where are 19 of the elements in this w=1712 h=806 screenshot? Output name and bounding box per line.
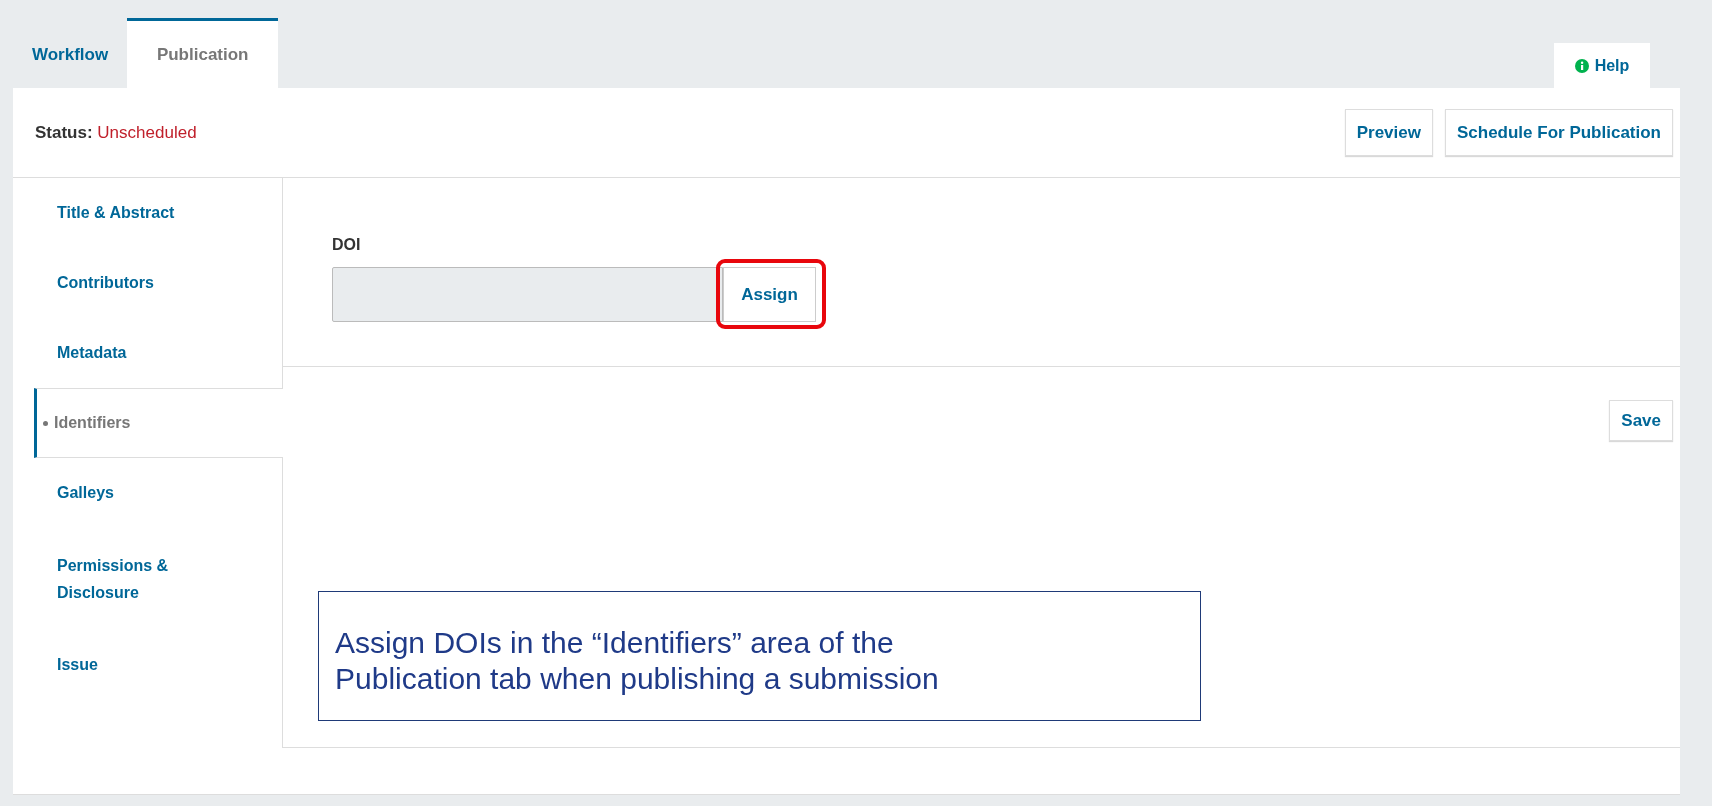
callout-text: Assign DOIs in the “Identifiers” area of the Publication tab when publishing a submission	[318, 591, 1201, 721]
header-button[interactable]: Preview	[1344, 109, 1433, 156]
tab[interactable]: Workflow	[13, 18, 128, 88]
sidebar-item[interactable]: Identifiers	[34, 388, 283, 458]
sidebar-item[interactable]: Contributors	[34, 248, 282, 318]
assign-button[interactable]: Assign	[723, 267, 816, 322]
sidebar-item[interactable]: Issue	[34, 630, 282, 700]
status-text: Status: Unscheduled	[35, 121, 197, 144]
sidebar-item[interactable]: Metadata	[34, 318, 282, 388]
sidebar-item[interactable]: Galleys	[34, 458, 282, 528]
info-icon	[1574, 58, 1589, 73]
sidebar-item[interactable]: Title & Abstract	[34, 178, 282, 248]
help-button[interactable]: Help	[1554, 43, 1650, 88]
header-button[interactable]: Schedule For Publication	[1444, 109, 1673, 156]
doi-field[interactable]	[332, 267, 723, 322]
field-label: DOI	[332, 235, 362, 255]
save-button[interactable]: Save	[1609, 400, 1673, 441]
sidebar-item[interactable]: Permissions & Disclosure	[34, 528, 282, 630]
tab[interactable]: Publication	[127, 18, 279, 88]
